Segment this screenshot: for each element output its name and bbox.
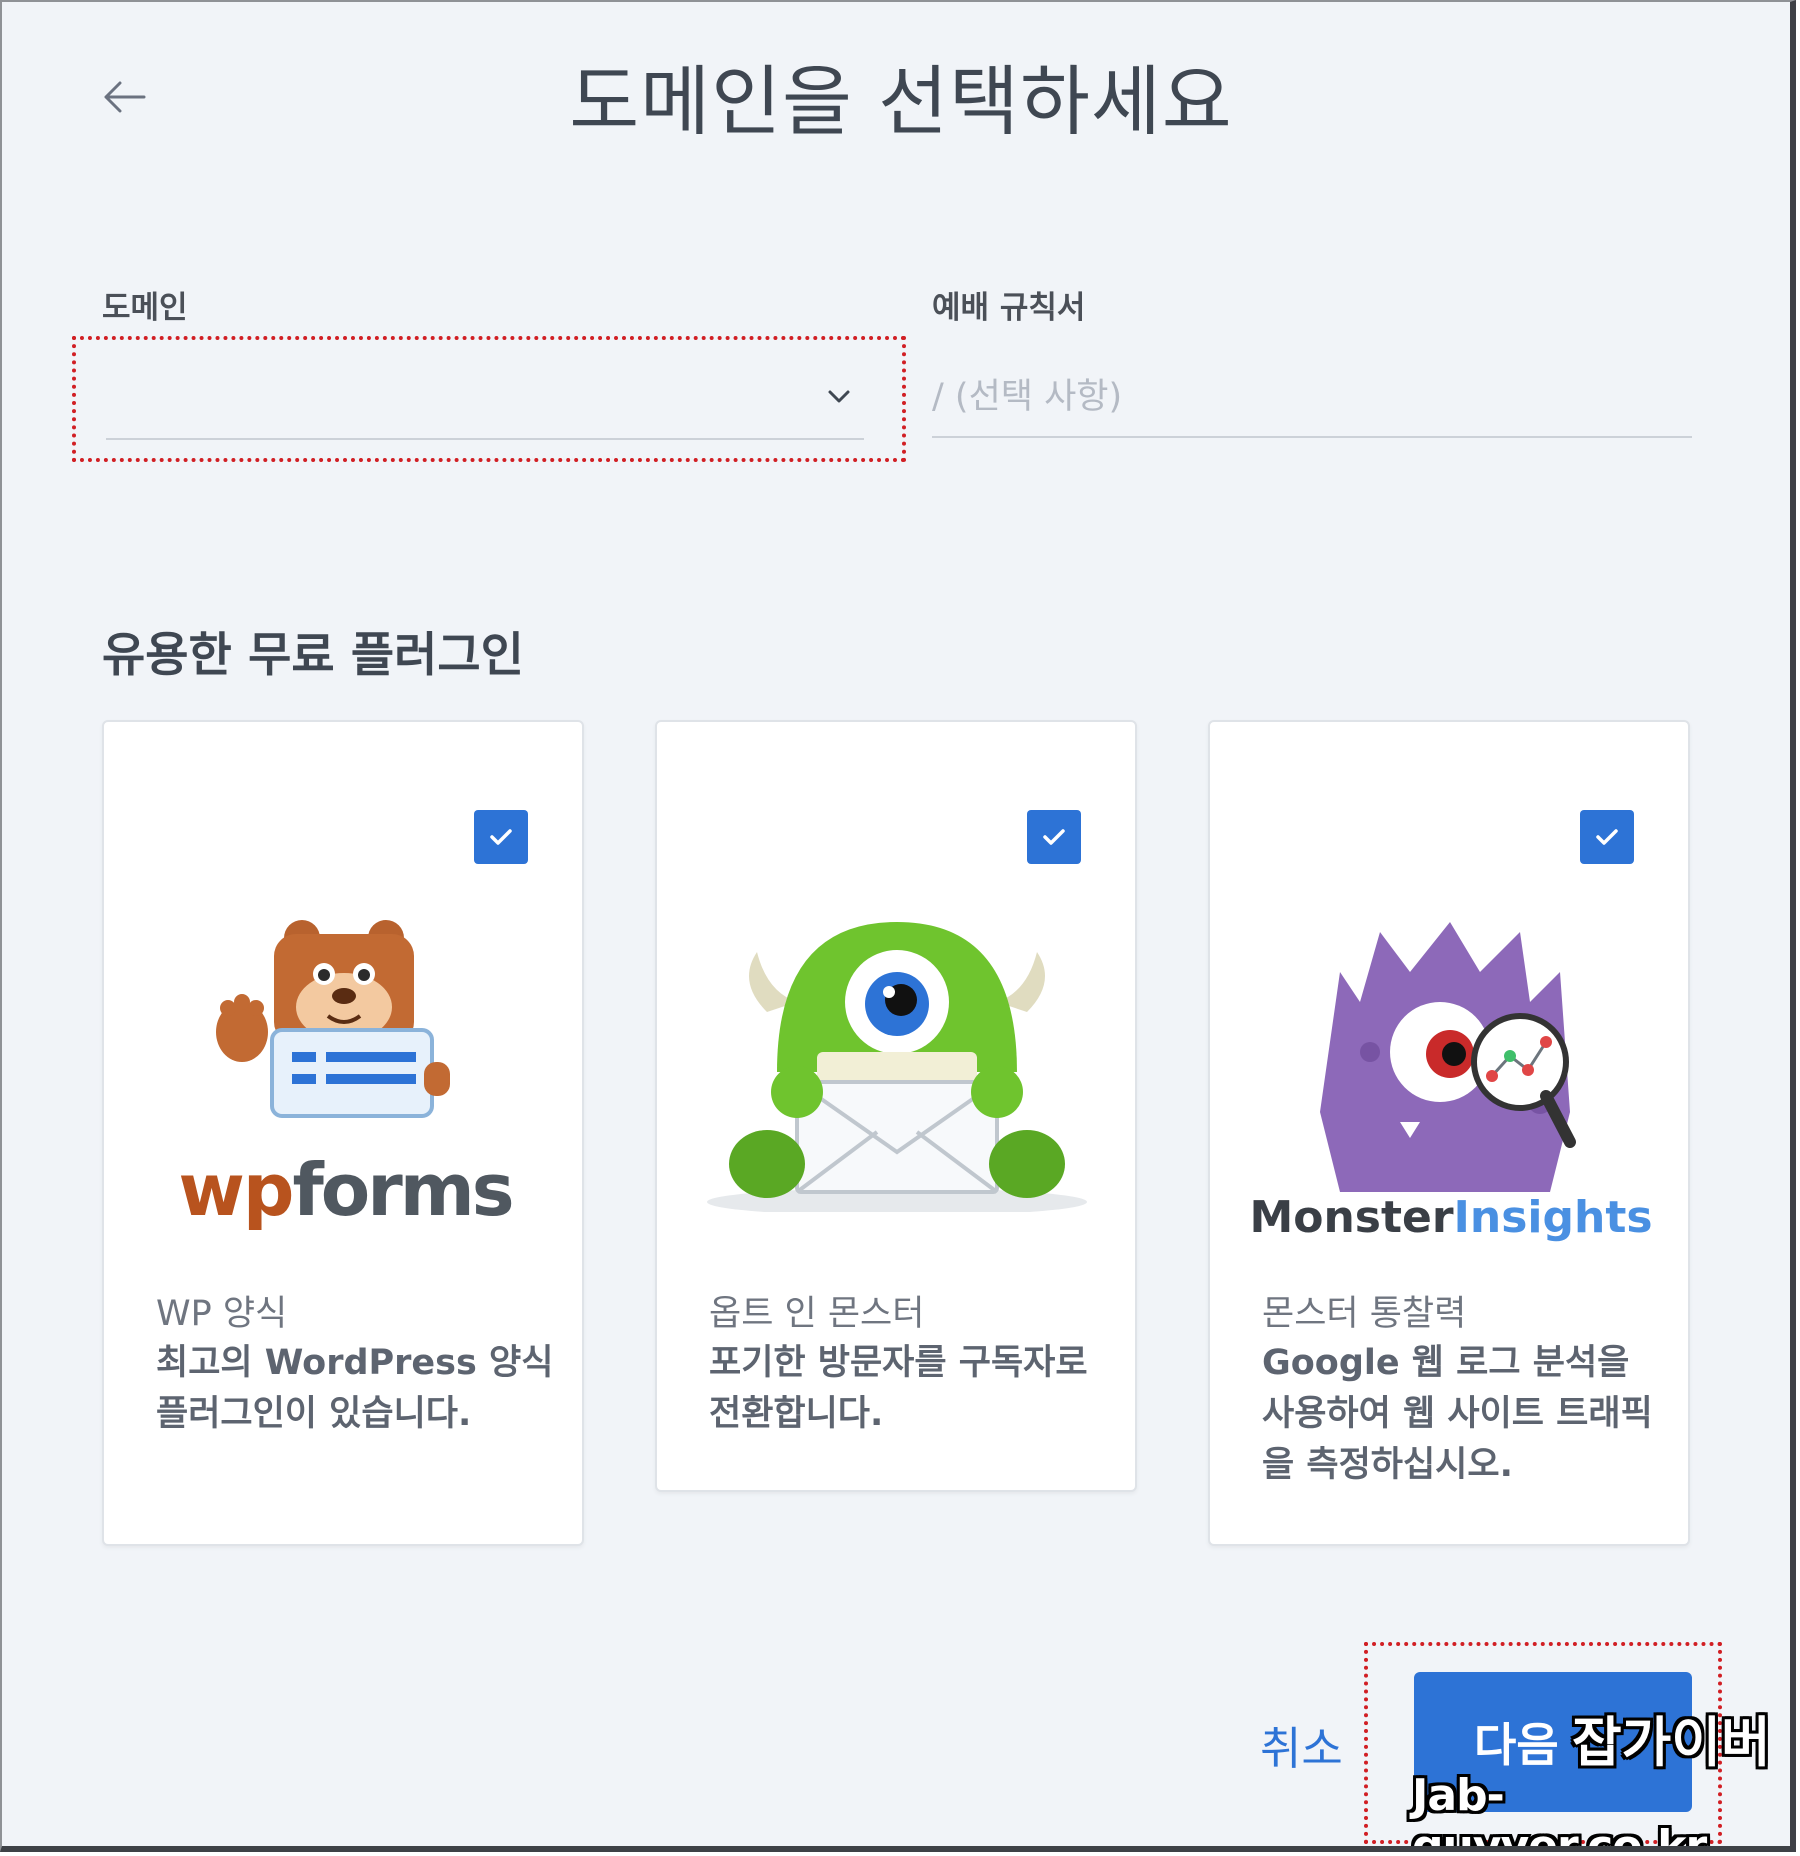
plugin-description: 포기한 방문자를 구독자로 전환합니다. <box>709 1343 1088 1434</box>
domain-label: 도메인 <box>102 290 188 326</box>
check-icon <box>490 829 512 845</box>
check-icon <box>1043 829 1065 845</box>
plugin-name: 몬스터 통찰력 <box>1262 1294 1467 1334</box>
monsterinsights-monster-icon <box>1320 922 1576 1192</box>
optinmonster-icon <box>707 922 1087 1212</box>
domain-select[interactable] <box>106 342 864 440</box>
plugin-card-optinmonster[interactable]: 옵트 인 몬스터 포기한 방문자를 구독자로 전환합니다. <box>655 720 1137 1492</box>
wpforms-logo: wpforms <box>178 1148 514 1232</box>
page-title: 도메인을 선택하세요 <box>569 57 1233 146</box>
rules-label: 예배 규칙서 <box>932 290 1086 326</box>
plugins-section-title: 유용한 무료 플러그인 <box>102 628 524 683</box>
domain-select-highlight <box>72 336 906 462</box>
plugin-description: Google 웹 로그 분석을 사용하여 웹 사이트 트래픽을 측정하십시오. <box>1262 1343 1653 1485</box>
cancel-button[interactable]: 취소 <box>1260 1712 1343 1777</box>
plugin-description: 최고의 WordPress 양식 플러그인이 있습니다. <box>156 1343 554 1434</box>
plugin-card-monsterinsights[interactable]: MonsterInsights 몬스터 통찰력 Google 웹 로그 분석을 … <box>1208 720 1690 1546</box>
plugin-checkbox[interactable] <box>1580 810 1634 864</box>
watermark-title: 잡가이버 <box>1572 1711 1771 1774</box>
check-icon <box>1596 829 1618 845</box>
monsterinsights-logo: MonsterInsights <box>1249 1192 1653 1243</box>
plugin-checkbox[interactable] <box>1027 810 1081 864</box>
plugin-name: WP 양식 <box>156 1294 288 1334</box>
rules-input[interactable] <box>932 358 1692 438</box>
plugin-name: 옵트 인 몬스터 <box>709 1294 925 1334</box>
watermark-url: Jab-guyver.co.kr <box>1412 1770 1707 1852</box>
chevron-down-icon <box>824 382 854 412</box>
plugin-card-wpforms[interactable]: wpforms WP 양식 최고의 WordPress 양식 플러그인이 있습니… <box>102 720 584 1546</box>
domain-selection-dialog: 도메인을 선택하세요 도메인 예배 규칙서 유용한 무료 플러그인 <box>0 0 1796 1852</box>
plugin-checkbox[interactable] <box>474 810 528 864</box>
